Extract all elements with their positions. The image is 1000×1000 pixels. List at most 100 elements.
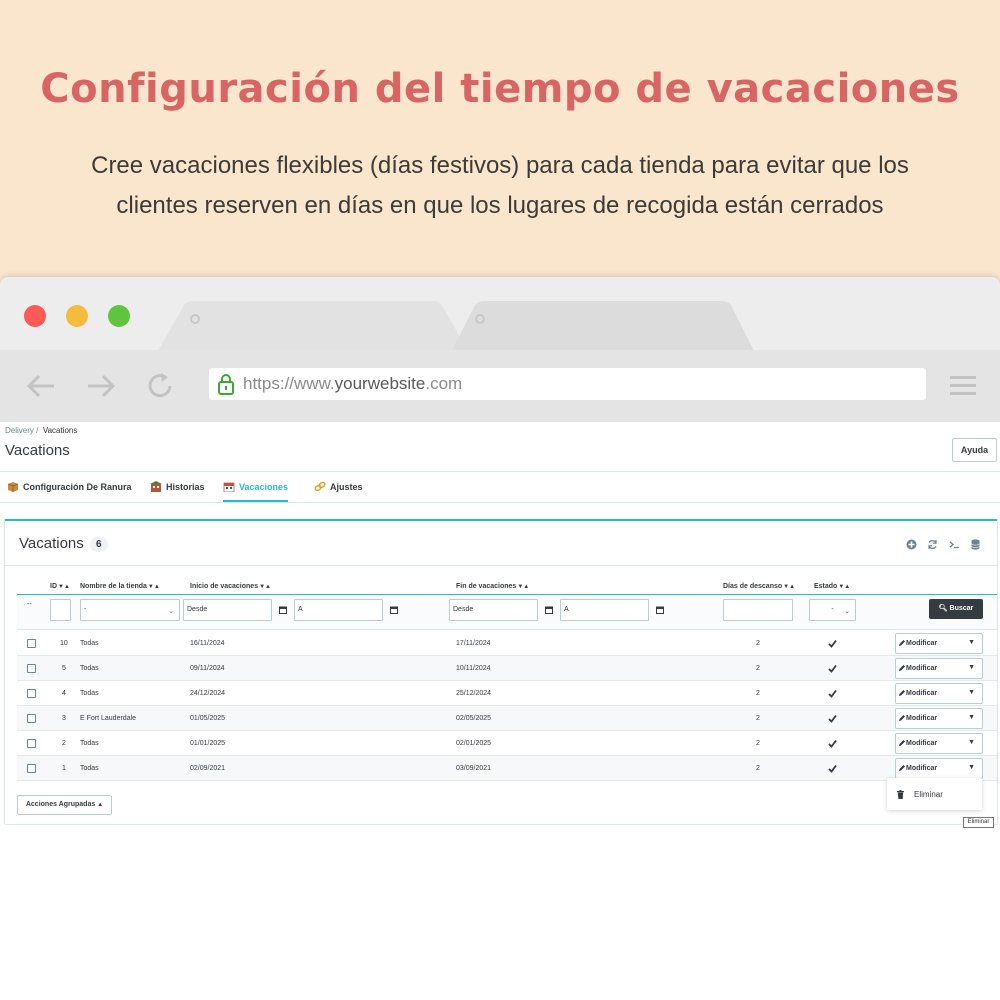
- header-divider: [0, 471, 1000, 472]
- tab-favicon-icon: [475, 314, 485, 324]
- link-icon: [314, 481, 326, 492]
- hamburger-menu-icon[interactable]: [950, 374, 976, 396]
- breadcrumb-parent[interactable]: Delivery: [5, 426, 34, 435]
- search-button[interactable]: 🔍︎ Buscar: [929, 599, 983, 619]
- filter-days-input[interactable]: [723, 599, 793, 621]
- caret-down-icon[interactable]: ▼: [968, 739, 975, 746]
- count-badge: 6: [89, 537, 108, 552]
- breadcrumb-current: Vacations: [42, 426, 78, 435]
- check-icon[interactable]: [828, 639, 837, 648]
- check-icon[interactable]: [828, 764, 837, 773]
- col-header-days[interactable]: Días de descanso▼▲: [723, 583, 795, 590]
- minimize-window-button[interactable]: [66, 305, 88, 327]
- lock-icon: [218, 374, 234, 395]
- calendar-icon[interactable]: [539, 599, 559, 621]
- table-row[interactable]: 10 Todas 16/11/2024 17/11/2024 2 Modific…: [17, 631, 997, 656]
- table-row[interactable]: 5 Todas 09/11/2024 10/11/2024 2 Modifica…: [17, 656, 997, 681]
- browser-window-chrome: https://www.yourwebsite.com: [0, 277, 1000, 422]
- admin-page: Delivery / Vacations Vacations Ayuda Con…: [0, 422, 1000, 1000]
- caret-down-icon[interactable]: ▼: [968, 689, 975, 696]
- browser-tab-2[interactable]: [452, 301, 754, 351]
- tab-settings[interactable]: Ajustes: [314, 478, 363, 502]
- row-checkbox[interactable]: [27, 764, 36, 773]
- caret-up-icon: ▲: [97, 802, 104, 808]
- row-checkbox[interactable]: [27, 664, 36, 673]
- filter-row: -- - ⌄ Desde A Desde A - ⌄: [17, 594, 997, 630]
- caret-down-icon[interactable]: ▼: [968, 764, 975, 771]
- row-checkbox[interactable]: [27, 739, 36, 748]
- filter-status-select[interactable]: - ⌄: [809, 599, 856, 621]
- hero-banner: Configuración del tiempo de vacaciones C…: [0, 0, 1000, 300]
- help-button[interactable]: Ayuda: [952, 438, 997, 462]
- filter-row-marker: --: [27, 601, 32, 608]
- caret-down-icon[interactable]: ▼: [968, 664, 975, 671]
- address-bar[interactable]: https://www.yourwebsite.com: [209, 368, 926, 400]
- tabs-divider: [0, 502, 1000, 503]
- close-window-button[interactable]: [24, 305, 46, 327]
- module-tabs: Configuración De Ranura Historias Vacaci…: [0, 478, 1000, 502]
- back-arrow-icon[interactable]: [26, 372, 56, 400]
- tab-slot-configuration[interactable]: Configuración De Ranura: [7, 478, 132, 502]
- col-header-end[interactable]: Fin de vacaciones▼▲: [456, 583, 529, 590]
- breadcrumb: Delivery / Vacations: [5, 426, 78, 435]
- browser-toolbar: https://www.yourwebsite.com: [0, 350, 1000, 422]
- tab-vacations[interactable]: Vacaciones: [223, 478, 289, 502]
- page-title: Vacations: [5, 442, 70, 459]
- building-icon: [150, 481, 162, 492]
- terminal-icon[interactable]: [949, 539, 960, 550]
- pencil-icon: [899, 740, 905, 746]
- modify-button[interactable]: Modificar ▼: [895, 733, 983, 754]
- table-row[interactable]: 4 Todas 24/12/2024 25/12/2024 2 Modifica…: [17, 681, 997, 706]
- panel-divider: [5, 565, 997, 566]
- table-row[interactable]: 2 Todas 01/01/2025 02/01/2025 2 Modifica…: [17, 731, 997, 756]
- database-icon[interactable]: [970, 539, 981, 550]
- calendar-icon[interactable]: [650, 599, 670, 621]
- search-icon: 🔍︎: [938, 605, 948, 612]
- browser-tab-1[interactable]: [158, 301, 468, 351]
- filter-end-to-input[interactable]: A: [560, 599, 649, 621]
- modify-button[interactable]: Modificar ▼: [895, 708, 983, 729]
- delete-menu-item[interactable]: Eliminar: [914, 790, 943, 799]
- row-checkbox[interactable]: [27, 639, 36, 648]
- maximize-window-button[interactable]: [108, 305, 130, 327]
- calendar-icon[interactable]: [384, 599, 404, 621]
- caret-down-icon[interactable]: ▼: [968, 714, 975, 721]
- check-icon[interactable]: [828, 739, 837, 748]
- hero-subtitle: Cree vacaciones flexibles (días festivos…: [60, 146, 940, 226]
- filter-start-from-input[interactable]: Desde: [183, 599, 272, 621]
- table-row[interactable]: 1 Todas 02/09/2021 03/09/2021 2 Modifica…: [17, 756, 997, 781]
- bulk-actions-button[interactable]: Acciones Agrupadas ▲: [17, 795, 112, 815]
- col-header-start[interactable]: Inicio de vacaciones▼▲: [190, 583, 271, 590]
- check-icon[interactable]: [828, 714, 837, 723]
- calendar-icon[interactable]: [273, 599, 293, 621]
- filter-store-select[interactable]: - ⌄: [80, 599, 180, 621]
- pencil-icon: [899, 640, 905, 646]
- tooltip: Eliminar: [963, 817, 994, 828]
- tab-favicon-icon: [190, 314, 200, 324]
- col-header-store[interactable]: Nombre de la tienda▼▲: [80, 583, 160, 590]
- filter-id-input[interactable]: [50, 599, 71, 621]
- refresh-icon[interactable]: [927, 539, 938, 550]
- col-header-status[interactable]: Estado▼▲: [814, 583, 850, 590]
- row-checkbox[interactable]: [27, 689, 36, 698]
- panel-toolbar: [900, 537, 981, 555]
- forward-arrow-icon[interactable]: [86, 372, 116, 400]
- col-header-id[interactable]: ID▼▲: [50, 583, 70, 590]
- add-icon[interactable]: [906, 539, 917, 550]
- pencil-icon: [899, 690, 905, 696]
- modify-button[interactable]: Modificar ▼: [895, 658, 983, 679]
- check-icon[interactable]: [828, 689, 837, 698]
- modify-button[interactable]: Modificar ▼: [895, 683, 983, 704]
- reload-icon[interactable]: [146, 372, 176, 400]
- filter-start-to-input[interactable]: A: [294, 599, 383, 621]
- table-row[interactable]: 3 E Fort Lauderdale 01/05/2025 02/05/202…: [17, 706, 997, 731]
- tab-stores[interactable]: Historias: [150, 478, 205, 502]
- caret-down-icon[interactable]: ▼: [968, 639, 975, 646]
- check-icon[interactable]: [828, 664, 837, 673]
- trash-icon: [897, 790, 904, 799]
- modify-button[interactable]: Modificar ▼: [895, 633, 983, 654]
- row-checkbox[interactable]: [27, 714, 36, 723]
- modify-button[interactable]: Modificar ▼: [895, 758, 983, 779]
- filter-end-from-input[interactable]: Desde: [449, 599, 538, 621]
- hero-subtitle-line-2: clientes reserven en días en que los lug…: [116, 192, 884, 219]
